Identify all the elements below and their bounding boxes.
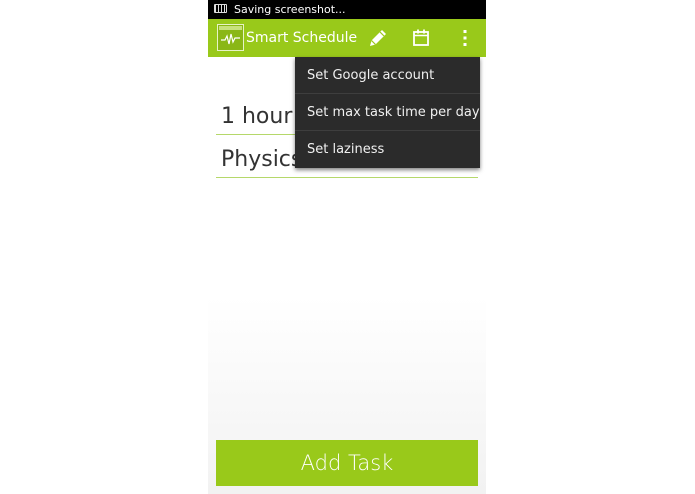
pencil-icon[interactable] [366,26,390,50]
overflow-menu: Set Google account Set max task time per… [295,57,480,168]
app-logo-icon[interactable] [217,24,244,51]
overflow-menu-icon[interactable] [453,26,477,50]
phone-screen: Saving screenshot... Smart Schedule 1 ho… [208,0,486,494]
menu-item-laziness[interactable]: Set laziness [295,131,480,168]
add-task-button[interactable]: Add Task [216,440,478,486]
app-title: Smart Schedule [246,30,358,46]
status-text: Saving screenshot... [234,3,346,16]
menu-item-google-account[interactable]: Set Google account [295,57,480,94]
action-bar: Smart Schedule [208,19,486,57]
calendar-icon[interactable] [409,26,433,50]
status-bar: Saving screenshot... [208,0,486,19]
keyboard-icon [214,4,227,13]
menu-item-max-task-time[interactable]: Set max task time per day [295,94,480,131]
